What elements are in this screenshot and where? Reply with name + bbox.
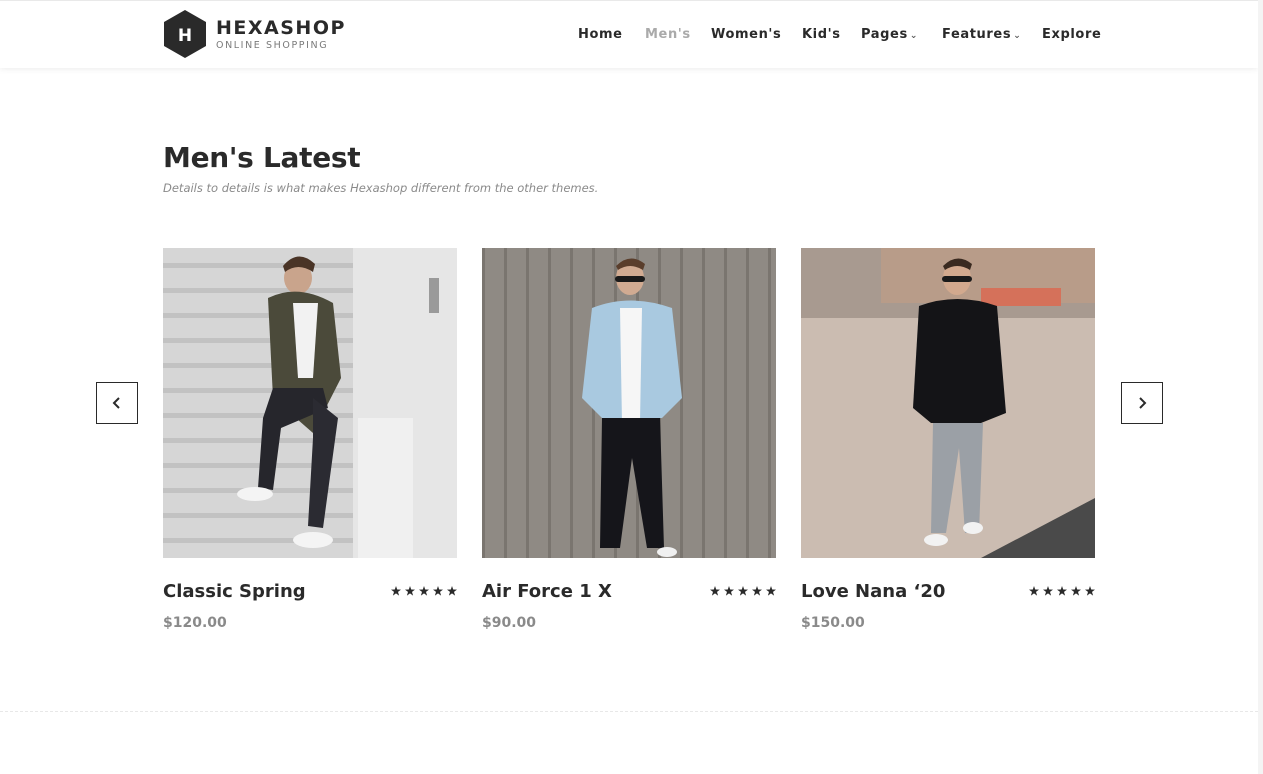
star-icon (710, 586, 720, 596)
nav-pages[interactable]: Pages ⌄ (861, 27, 918, 42)
product-rating (710, 586, 776, 596)
chevron-down-icon: ⌄ (909, 31, 918, 41)
section-title: Men's Latest (163, 141, 361, 174)
logo-badge-letter: H (178, 26, 192, 46)
nav-home[interactable]: Home (578, 27, 623, 42)
product-name[interactable]: Air Force 1 X (482, 581, 612, 602)
product-price: $90.00 (482, 615, 537, 631)
product-card[interactable]: Air Force 1 X $90.00 (482, 248, 776, 631)
star-icon (447, 586, 457, 596)
nav-mens[interactable]: Men's (645, 27, 691, 42)
carousel-next-button[interactable] (1121, 382, 1163, 424)
scrollbar-track[interactable] (1258, 0, 1263, 774)
nav-kids[interactable]: Kid's (802, 27, 841, 42)
brand-logo[interactable]: H HEXASHOP ONLINE SHOPPING (163, 9, 346, 59)
section-subtitle: Details to details is what makes Hexasho… (163, 181, 599, 195)
nav-womens[interactable]: Women's (711, 27, 781, 42)
carousel-prev-button[interactable] (96, 382, 138, 424)
star-icon (391, 586, 401, 596)
chevron-left-icon (112, 397, 120, 409)
star-icon (1057, 586, 1067, 596)
star-icon (1043, 586, 1053, 596)
product-rating (1029, 586, 1095, 596)
star-icon (419, 586, 429, 596)
star-icon (1029, 586, 1039, 596)
brand-title: HEXASHOP (216, 16, 346, 39)
product-card[interactable]: Love Nana ‘20 $150.00 (801, 248, 1095, 631)
section-divider (0, 711, 1258, 712)
chevron-right-icon (1139, 397, 1147, 409)
product-card[interactable]: Classic Spring $120.00 (163, 248, 457, 631)
product-price: $150.00 (801, 615, 865, 631)
star-icon (752, 586, 762, 596)
star-icon (724, 586, 734, 596)
hexagon-logo-icon: H (164, 10, 206, 58)
product-rating (391, 586, 457, 596)
star-icon (405, 586, 415, 596)
site-header: H HEXASHOP ONLINE SHOPPING Home Men's Wo… (0, 0, 1258, 68)
star-icon (433, 586, 443, 596)
product-price: $120.00 (163, 615, 227, 631)
nav-explore[interactable]: Explore (1042, 27, 1101, 42)
product-image[interactable] (482, 248, 776, 558)
product-name[interactable]: Classic Spring (163, 581, 306, 602)
chevron-down-icon: ⌄ (1013, 31, 1022, 41)
product-image[interactable] (801, 248, 1095, 558)
star-icon (766, 586, 776, 596)
nav-features[interactable]: Features ⌄ (942, 27, 1021, 42)
product-name[interactable]: Love Nana ‘20 (801, 581, 945, 602)
product-image[interactable] (163, 248, 457, 558)
star-icon (1071, 586, 1081, 596)
star-icon (738, 586, 748, 596)
brand-subtitle: ONLINE SHOPPING (216, 39, 329, 51)
star-icon (1085, 586, 1095, 596)
